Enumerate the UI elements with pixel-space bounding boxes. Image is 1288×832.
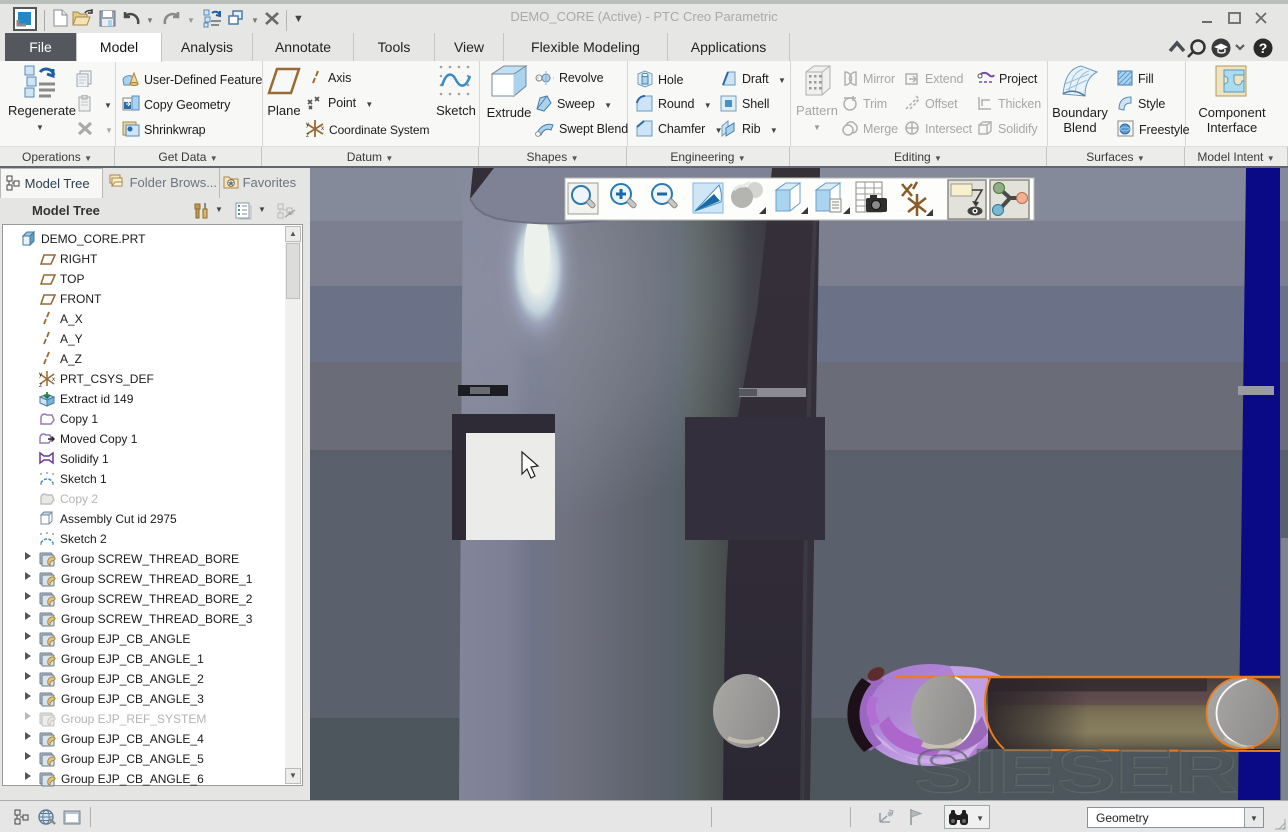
svg-text:x: x: [321, 126, 324, 132]
svg-text:y: y: [39, 372, 42, 378]
svg-text:z: z: [306, 133, 309, 138]
svg-text:z: z: [39, 383, 42, 387]
svg-text:?: ?: [1259, 40, 1268, 56]
svg-text:y: y: [306, 122, 309, 128]
svg-text:x: x: [52, 377, 55, 383]
svg-text:SIESER: SIESER: [913, 737, 1237, 800]
